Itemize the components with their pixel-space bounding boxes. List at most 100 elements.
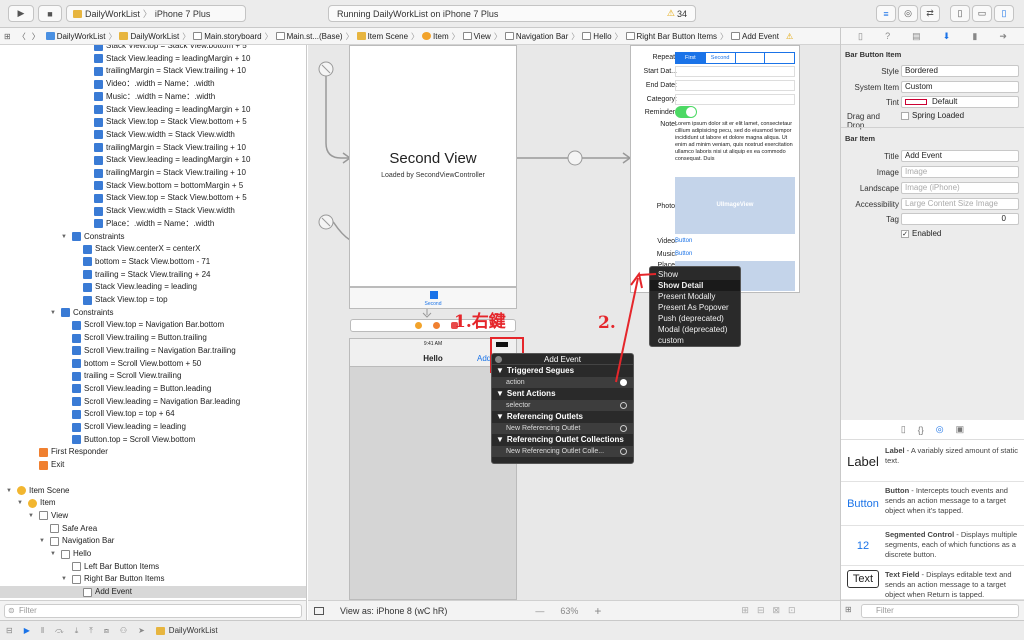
crumb-storyboard[interactable]: Main.storyboard (190, 32, 264, 41)
tint-popup[interactable]: Default (901, 96, 1019, 108)
related-items-icon[interactable]: ⊞ (0, 32, 15, 41)
outline-row[interactable]: First Responder (0, 446, 108, 458)
memory-graph-icon[interactable]: ⚇ (120, 626, 127, 635)
crumb-folder[interactable]: DailyWorkList (116, 32, 182, 41)
disclosure-triangle-icon[interactable]: ▼ (61, 231, 69, 243)
zoom-out-icon[interactable]: — (535, 606, 544, 616)
step-in-icon[interactable]: ⤓ (75, 626, 79, 636)
outline-row[interactable]: Stack View.top = Stack View.bottom + 5 (0, 45, 247, 52)
accessibility-field[interactable]: Large Content Size Image (901, 198, 1019, 210)
outline-row[interactable]: trailingMargin = Stack View.trailing + 1… (0, 142, 246, 154)
outline-row[interactable]: ▼ Right Bar Button Items (0, 573, 164, 585)
outline-row[interactable]: ▼ Item (0, 497, 56, 509)
layout-tools-icon[interactable]: ⊞⊟⊠⊡ (741, 605, 803, 616)
grid-view-icon[interactable]: ⊞ (845, 605, 852, 614)
issue-warning-icon[interactable]: ⚠ (782, 32, 797, 41)
title-field[interactable]: Add Event (901, 150, 1019, 162)
disclosure-triangle-icon[interactable]: ▼ (28, 510, 36, 522)
debug-target[interactable]: DailyWorkList (169, 626, 218, 635)
outline-row[interactable]: Button.top = Scroll View.bottom (0, 434, 195, 446)
disclosure-triangle-icon[interactable]: ▼ (61, 573, 69, 585)
outline-row[interactable]: Place：.width = Name：.width (0, 218, 214, 230)
outline-row[interactable]: trailing = Stack View.trailing + 24 (0, 269, 210, 281)
outline-row[interactable]: trailingMargin = Stack View.trailing + 1… (0, 167, 246, 179)
code-snippet-icon[interactable]: {} (918, 425, 924, 435)
outline-row[interactable]: Left Bar Button Items (0, 561, 159, 573)
version-editor-button[interactable]: ⇄ (920, 5, 940, 22)
back-arrow-icon[interactable]: 〈 (15, 31, 29, 42)
outline-row[interactable]: bottom = Stack View.bottom - 71 (0, 256, 210, 268)
file-inspector-icon[interactable]: ▯ (858, 31, 863, 42)
outline-row[interactable]: ▼ Hello (0, 548, 91, 560)
outline-row[interactable]: Video：.width = Name：.width (0, 78, 215, 90)
standard-editor-button[interactable]: ≡ (876, 5, 896, 22)
view-debugger-icon[interactable]: ⧈ (104, 626, 109, 636)
outline-row[interactable]: Stack View.leading = leadingMargin + 10 (0, 53, 250, 65)
outline-row[interactable]: Stack View.width = Stack View.width (0, 205, 235, 217)
step-out-icon[interactable]: ⤒ (89, 626, 93, 636)
hide-debug-icon[interactable]: ⊟ (6, 626, 13, 635)
outline-row[interactable]: Music：.width = Name：.width (0, 91, 215, 103)
crumb-project[interactable]: DailyWorkList (43, 32, 109, 41)
run-button[interactable]: ▶ (8, 5, 34, 22)
location-icon[interactable]: ➤ (138, 626, 145, 635)
attributes-inspector-icon[interactable]: ⬇ (943, 31, 951, 42)
outline-row[interactable]: trailing = Scroll View.trailing (0, 370, 181, 382)
crumb-base[interactable]: Main.st...(Base) (273, 32, 346, 41)
outline-row[interactable]: Scroll View.trailing = Navigation Bar.tr… (0, 345, 236, 357)
step-over-icon[interactable]: ⤼ (55, 626, 64, 636)
disclosure-triangle-icon[interactable]: ▼ (50, 307, 58, 319)
outline-row[interactable]: Stack View.leading = leading (0, 281, 197, 293)
outline-row[interactable]: bottom = Scroll View.bottom + 50 (0, 358, 201, 370)
media-library-icon[interactable]: ▣ (956, 424, 965, 435)
outline-filter-input[interactable]: ⊜ Filter (4, 604, 302, 618)
outline-row[interactable]: ▼ View (0, 510, 68, 522)
breakpoints-icon[interactable]: ▶ (24, 626, 30, 635)
outline-row[interactable]: Safe Area (0, 523, 97, 535)
style-popup[interactable]: Bordered (901, 65, 1019, 77)
library-item[interactable]: Text Text Field - Displays editable text … (841, 566, 1024, 600)
crumb-view[interactable]: View (460, 32, 494, 41)
stop-button[interactable]: ■ (38, 5, 62, 22)
disclosure-triangle-icon[interactable]: ▼ (39, 535, 47, 547)
device-config-button[interactable]: View as: iPhone 8 (wC hR) (340, 606, 447, 616)
outline-row[interactable]: Add Event (0, 586, 306, 599)
file-template-icon[interactable]: ▯ (901, 424, 906, 435)
scheme-selector[interactable]: DailyWorkList 〉 iPhone 7 Plus (66, 5, 246, 22)
library-filter-input[interactable]: Filter (861, 604, 1019, 618)
outline-row[interactable]: ▼ Item Scene (0, 485, 69, 497)
outline-row[interactable]: Scroll View.leading = leading (0, 421, 186, 433)
outline-row[interactable]: Scroll View.leading = Button.leading (0, 383, 211, 395)
outline-row[interactable]: Scroll View.trailing = Button.trailing (0, 332, 207, 344)
debug-toggle[interactable]: ▭ (972, 5, 992, 22)
enabled-checkbox[interactable]: ✓ (901, 229, 909, 238)
outline-row[interactable]: Stack View.centerX = centerX (0, 243, 200, 255)
image-field[interactable]: Image (901, 166, 1019, 178)
outline-row[interactable]: Stack View.top = Stack View.bottom + 5 (0, 116, 247, 128)
outline-row[interactable]: Scroll View.leading = Navigation Bar.lea… (0, 396, 240, 408)
object-library-icon[interactable]: ◎ (936, 424, 944, 435)
outline-row[interactable]: Stack View.top = Stack View.bottom + 5 (0, 192, 247, 204)
tag-stepper[interactable]: 0 (901, 213, 1019, 225)
outline-row[interactable]: Stack View.top = top (0, 294, 168, 306)
outline-row[interactable]: Stack View.leading = leadingMargin + 10 (0, 104, 250, 116)
library-item[interactable]: 12 Segmented Control - Displays multiple … (841, 526, 1024, 566)
crumb-add-event[interactable]: Add Event (728, 32, 782, 41)
pause-icon[interactable]: ‖ (41, 626, 44, 635)
forward-arrow-icon[interactable]: 〉 (29, 31, 43, 42)
outline-row[interactable]: Exit (0, 459, 64, 471)
zoom-level[interactable]: 63% (560, 606, 578, 616)
crumb-navbar[interactable]: Navigation Bar (502, 32, 571, 41)
library-item[interactable]: Label Label - A variably sized amount of … (841, 442, 1024, 482)
size-inspector-icon[interactable]: ▮ (972, 31, 977, 42)
crumb-right-items[interactable]: Right Bar Button Items (623, 32, 720, 41)
outline-row[interactable]: Scroll View.top = Navigation Bar.bottom (0, 319, 224, 331)
navigator-toggle[interactable]: ▯ (950, 5, 970, 22)
outline-row[interactable]: Stack View.bottom = bottomMargin + 5 (0, 180, 243, 192)
outline-row[interactable]: ▼ Navigation Bar (0, 535, 114, 547)
disclosure-triangle-icon[interactable]: ▼ (6, 485, 14, 497)
outline-row[interactable]: ▼ Constraints (0, 231, 124, 243)
identity-inspector-icon[interactable]: ▤ (912, 31, 921, 42)
zoom-in-icon[interactable]: + (594, 604, 601, 618)
inspector-toggle[interactable]: ▯ (994, 5, 1014, 22)
